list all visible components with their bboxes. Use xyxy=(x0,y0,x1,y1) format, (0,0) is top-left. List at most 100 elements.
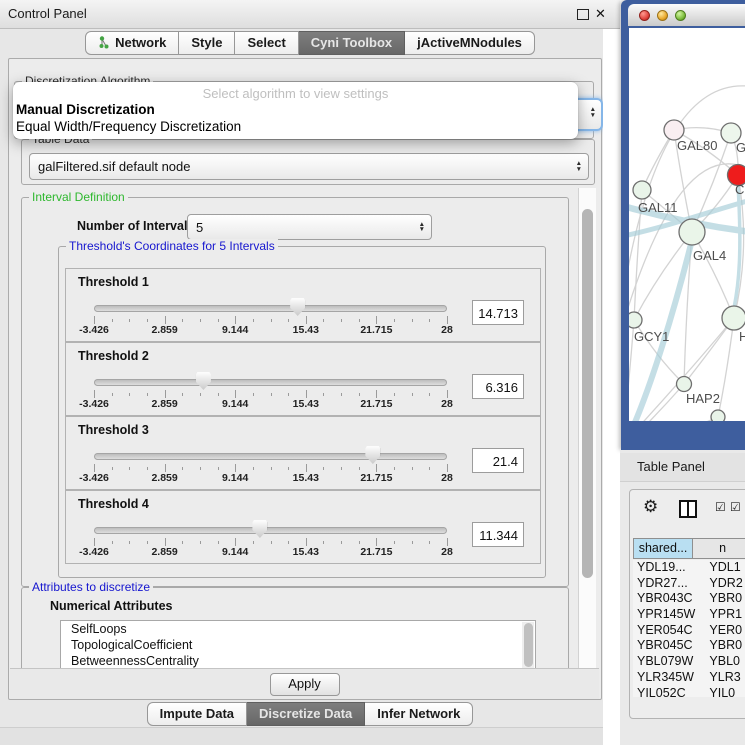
threshold-label: Threshold 1 xyxy=(78,275,149,289)
list-scrollbar[interactable] xyxy=(522,622,534,668)
tab-style[interactable]: Style xyxy=(179,31,235,55)
network-node[interactable] xyxy=(633,181,651,199)
column-header-name[interactable]: n xyxy=(693,538,745,559)
slider-tick xyxy=(306,538,307,546)
slider-tick xyxy=(359,393,360,396)
network-node[interactable] xyxy=(711,410,725,421)
table-row[interactable]: YBR043CYBR0 xyxy=(633,591,745,607)
table-row[interactable]: YER054CYER0 xyxy=(633,623,745,639)
slider-tick xyxy=(323,467,324,470)
table-row[interactable]: YPR145WYPR1 xyxy=(633,607,745,623)
dropdown-option-equal-width-frequency[interactable]: Equal Width/Frequency Discretization xyxy=(16,119,241,134)
threshold-value-field[interactable]: 6.316 xyxy=(472,374,524,399)
table-row[interactable]: YIL052CYIL0 xyxy=(633,686,745,698)
combo-value: galFiltered.sif default node xyxy=(30,159,190,174)
tab-jactivemnodules[interactable]: jActiveMNodules xyxy=(405,31,535,55)
network-node-label: HAP2 xyxy=(686,391,720,406)
threshold-slider-thumb[interactable] xyxy=(252,520,267,538)
panel-scrollbar-thumb[interactable] xyxy=(582,209,593,578)
checkbox-icon[interactable]: ☑ xyxy=(730,501,741,513)
close-icon[interactable]: ✕ xyxy=(595,5,606,23)
network-node[interactable] xyxy=(664,120,684,140)
panel-gap xyxy=(603,29,620,745)
float-window-icon[interactable] xyxy=(577,9,589,20)
table-panel-region: Table Panel ⚙ ☑ ☑ shared... n YDL19...YD… xyxy=(620,450,745,745)
slider-tick xyxy=(394,319,395,322)
number-of-intervals-label: Number of Intervals xyxy=(77,219,194,233)
tab-label: Network xyxy=(115,35,166,50)
slider-tick xyxy=(235,390,236,398)
close-traffic-light[interactable] xyxy=(639,10,650,21)
table-row[interactable]: YLR345WYLR3 xyxy=(633,670,745,686)
threshold-slider-thumb[interactable] xyxy=(196,372,211,390)
numerical-attributes-label: Numerical Attributes xyxy=(50,599,172,613)
slider-scale: -3.4262.8599.14415.4321.71528 xyxy=(66,398,540,412)
list-item[interactable]: SelfLoops xyxy=(61,621,535,637)
slider-tick xyxy=(165,538,166,546)
threshold-value-field[interactable]: 14.713 xyxy=(472,300,524,325)
table-header-row: shared... n xyxy=(633,538,745,559)
network-node[interactable] xyxy=(679,219,705,245)
slider-scale: -3.4262.8599.14415.4321.71528 xyxy=(66,324,540,338)
table-panel: ⚙ ☑ ☑ shared... n YDL19...YDL1YDR27...YD… xyxy=(629,489,745,719)
threshold-value-field[interactable]: 21.4 xyxy=(472,448,524,473)
spinner-arrows-icon: ▲▼ xyxy=(419,222,431,233)
tab-infer-network[interactable]: Infer Network xyxy=(365,702,473,726)
threshold-slider-track[interactable] xyxy=(94,453,447,460)
slider-scale-label: 28 xyxy=(441,472,453,484)
slider-scale-label: 28 xyxy=(441,546,453,558)
table-row[interactable]: YBL079WYBL0 xyxy=(633,654,745,670)
algorithm-dropdown-popup: Select algorithm to view settings Manual… xyxy=(13,82,578,139)
columns-icon[interactable] xyxy=(679,500,697,518)
slider-tick xyxy=(182,467,183,470)
list-item[interactable]: TopologicalCoefficient xyxy=(61,637,535,653)
table-data-combo[interactable]: galFiltered.sif default node ▲▼ xyxy=(29,153,589,180)
tab-select[interactable]: Select xyxy=(235,31,298,55)
table-row[interactable]: YDR27...YDR2 xyxy=(633,576,745,592)
slider-tick xyxy=(323,541,324,544)
slider-tick xyxy=(147,541,148,544)
panel-scrollbar[interactable] xyxy=(578,188,596,668)
slider-tick xyxy=(412,393,413,396)
network-canvas[interactable]: GAL80GCGAL11GAL4GCY1HHAP2 xyxy=(629,28,745,421)
network-node[interactable] xyxy=(629,312,642,328)
dropdown-option-manual-discretization[interactable]: Manual Discretization xyxy=(16,102,155,117)
slider-scale-label: 21.715 xyxy=(360,324,392,336)
control-panel-window: Control Panel ✕ Network Style Select xyxy=(0,0,620,745)
tab-cyni-toolbox[interactable]: Cyni Toolbox xyxy=(299,31,405,55)
tab-network[interactable]: Network xyxy=(85,31,179,55)
slider-tick xyxy=(235,464,236,472)
gear-icon[interactable]: ⚙ xyxy=(643,498,658,516)
tab-impute-data[interactable]: Impute Data xyxy=(147,702,247,726)
table-row[interactable]: YBR045CYBR0 xyxy=(633,638,745,654)
tab-label: Cyni Toolbox xyxy=(311,35,392,50)
list-scrollbar-thumb[interactable] xyxy=(524,623,533,667)
tab-discretize-data[interactable]: Discretize Data xyxy=(247,702,365,726)
top-tab-bar: Network Style Select Cyni Toolbox jActiv… xyxy=(0,31,620,55)
threshold-slider-track[interactable] xyxy=(94,527,447,534)
threshold-slider-track[interactable] xyxy=(94,305,447,312)
combo-value: 5 xyxy=(188,220,203,235)
list-item[interactable]: BetweennessCentrality xyxy=(61,653,535,669)
slider-tick xyxy=(412,467,413,470)
table-row[interactable]: YDL19...YDL1 xyxy=(633,560,745,576)
network-node[interactable] xyxy=(722,306,745,330)
threshold-slider-track[interactable] xyxy=(94,379,447,386)
apply-button[interactable]: Apply xyxy=(270,673,340,696)
network-node-label: GAL80 xyxy=(677,138,717,153)
select-all-checkbox-icon[interactable]: ☑ xyxy=(715,501,726,513)
threshold-value-field[interactable]: 11.344 xyxy=(472,522,524,547)
slider-tick xyxy=(129,393,130,396)
threshold-slider-thumb[interactable] xyxy=(365,446,380,464)
slider-tick xyxy=(429,393,430,396)
panel-footer xyxy=(0,727,620,745)
number-of-intervals-combo[interactable]: 5 ▲▼ xyxy=(187,214,432,240)
slider-scale-label: -3.426 xyxy=(79,546,109,558)
dropdown-hint: Select algorithm to view settings xyxy=(13,86,578,101)
zoom-traffic-light[interactable] xyxy=(675,10,686,21)
threshold-slider-thumb[interactable] xyxy=(290,298,305,316)
minimize-traffic-light[interactable] xyxy=(657,10,668,21)
threshold-row: Threshold 1 -3.4262.8599.14415.4321.7152… xyxy=(65,268,541,342)
network-node[interactable] xyxy=(677,377,692,392)
column-header-shared-name[interactable]: shared... xyxy=(633,538,693,559)
